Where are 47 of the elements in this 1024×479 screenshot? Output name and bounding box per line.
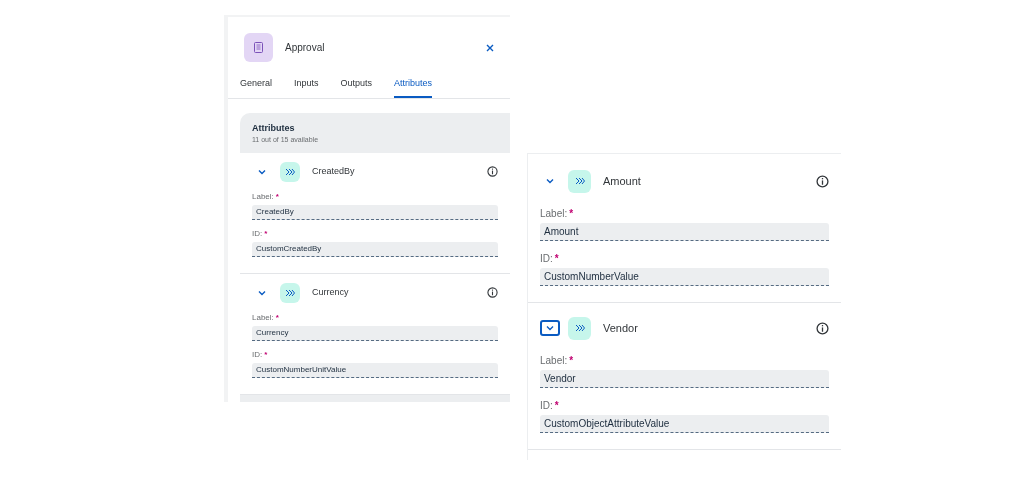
attribute-type-icon — [568, 169, 591, 193]
required-mark: * — [569, 354, 574, 368]
panel-title: Approval — [285, 41, 325, 55]
input-field[interactable]: CustomCreatedBy — [252, 241, 498, 257]
input-field[interactable]: Currency — [252, 325, 498, 341]
input-field[interactable]: CreatedBy — [252, 204, 498, 220]
field-label: ID: — [252, 348, 263, 361]
tab[interactable]: General — [240, 74, 273, 98]
chevron-icon — [545, 176, 555, 186]
field-label: ID: — [540, 399, 553, 413]
info-icon[interactable] — [487, 166, 498, 177]
chevron-icon — [545, 323, 555, 333]
document-icon — [244, 33, 273, 62]
attribute-name: Vendor — [603, 320, 638, 336]
input-field[interactable]: Vendor — [540, 370, 829, 388]
attribute-type-icon — [280, 282, 300, 303]
attribute-type-icon — [280, 161, 300, 182]
required-mark: * — [275, 311, 279, 324]
attribute-type-icon — [568, 316, 591, 340]
field-label: ID: — [252, 227, 263, 240]
field-label: Label: — [540, 354, 568, 368]
expand-toggle[interactable] — [540, 320, 560, 336]
required-mark: * — [554, 399, 559, 413]
close-icon[interactable] — [486, 43, 494, 52]
required-mark: * — [554, 252, 559, 266]
tab[interactable]: Inputs — [294, 74, 319, 98]
required-mark: * — [264, 348, 268, 361]
field-label: Label: — [252, 190, 274, 203]
info-icon[interactable] — [816, 321, 829, 335]
attribute-name: Currency — [312, 285, 349, 299]
info-icon[interactable] — [487, 287, 498, 298]
required-mark: * — [569, 207, 574, 221]
required-mark: * — [275, 190, 279, 203]
tab[interactable]: Outputs — [340, 74, 373, 98]
attribute-name: CreatedBy — [312, 164, 355, 178]
tab[interactable]: Attributes — [394, 74, 433, 98]
field-label: ID: — [540, 252, 553, 266]
input-field[interactable]: Amount — [540, 223, 829, 241]
section-title: Attributes — [252, 121, 296, 135]
input-field[interactable]: CustomNumberValue — [540, 268, 829, 286]
required-mark: * — [264, 227, 268, 240]
field-label: Label: — [540, 207, 568, 221]
input-field[interactable]: CustomObjectAttributeValue — [540, 415, 829, 433]
field-label: Label: — [252, 311, 274, 324]
info-icon[interactable] — [816, 174, 829, 188]
input-field[interactable]: CustomNumberUnitValue — [252, 362, 498, 378]
attribute-name: Amount — [603, 173, 641, 189]
